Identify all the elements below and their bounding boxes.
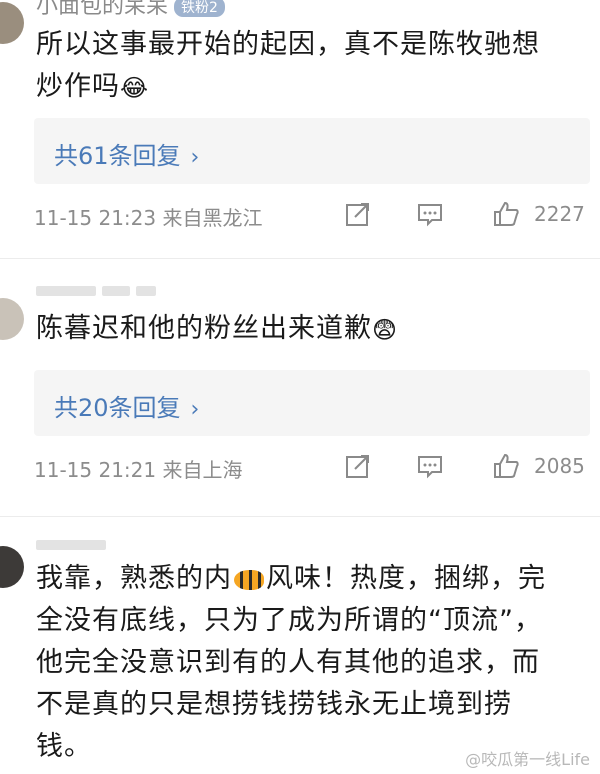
username-blurred[interactable] (36, 286, 156, 296)
reply-count-link[interactable]: 共20条回复 › (54, 388, 199, 423)
comment-content: 所以这事最开始的起因，真不是陈牧驰想 炒作吗😂 (36, 24, 584, 109)
divider (0, 516, 600, 517)
timestamp: 11-15 21:23 来自黑龙江 (34, 206, 263, 230)
surprised-emoji: 😨 (372, 315, 399, 344)
username-blurred[interactable] (36, 540, 106, 550)
blur-block (36, 286, 96, 296)
blur-block (36, 540, 106, 550)
comment-content: 我靠，熟悉的内 风味！热度，捆绑，完 全没有底线，只为了成为所谓的“顶流”， 他完… (36, 563, 546, 762)
comment-1: 小面包的呆呆 铁粉2 所以这事最开始的起因，真不是陈牧驰想 炒作吗😂 共61条回复… (0, 0, 600, 250)
reply-count-link[interactable]: 共61条回复 › (54, 136, 199, 171)
thumbs-up-icon[interactable] (492, 452, 520, 480)
avatar[interactable] (0, 298, 24, 340)
divider (0, 258, 600, 259)
comment-2: 陈暮迟和他的粉丝出来道歉😨 共20条回复 › 11-15 21:21 来自上海 2… (0, 262, 600, 512)
avatar[interactable] (0, 2, 24, 44)
chevron-right-icon: › (190, 397, 200, 422)
reply-expand-button[interactable]: 共20条回复 › (34, 370, 590, 436)
reply-expand-button[interactable]: 共61条回复 › (34, 118, 590, 184)
username[interactable]: 小面包的呆呆 铁粉2 (36, 0, 225, 20)
comment-meta: 11-15 21:21 来自上海 2085 (34, 452, 590, 484)
like-count: 2227 (534, 202, 585, 226)
like-count: 2085 (534, 454, 585, 478)
comment-icon[interactable] (416, 200, 444, 228)
comment-3: 我靠，熟悉的内 风味！热度，捆绑，完 全没有底线，只为了成为所谓的“顶流”， 他完… (0, 520, 600, 774)
blur-block (102, 286, 130, 296)
fish-emoji (234, 569, 264, 590)
laugh-emoji: 😂 (120, 73, 150, 102)
comment-meta: 11-15 21:23 来自黑龙江 2227 (34, 200, 590, 232)
watermark: @咬瓜第一线Life (465, 750, 590, 769)
thumbs-up-icon[interactable] (492, 200, 520, 228)
chevron-right-icon: › (190, 145, 200, 170)
edit-share-icon[interactable] (344, 200, 372, 228)
comment-content: 陈暮迟和他的粉丝出来道歉😨 (36, 308, 584, 351)
timestamp: 11-15 21:21 来自上海 (34, 458, 243, 482)
blur-block (136, 286, 156, 296)
comment-icon[interactable] (416, 452, 444, 480)
edit-share-icon[interactable] (344, 452, 372, 480)
fan-badge: 铁粉2 (174, 0, 225, 17)
avatar[interactable] (0, 546, 24, 588)
